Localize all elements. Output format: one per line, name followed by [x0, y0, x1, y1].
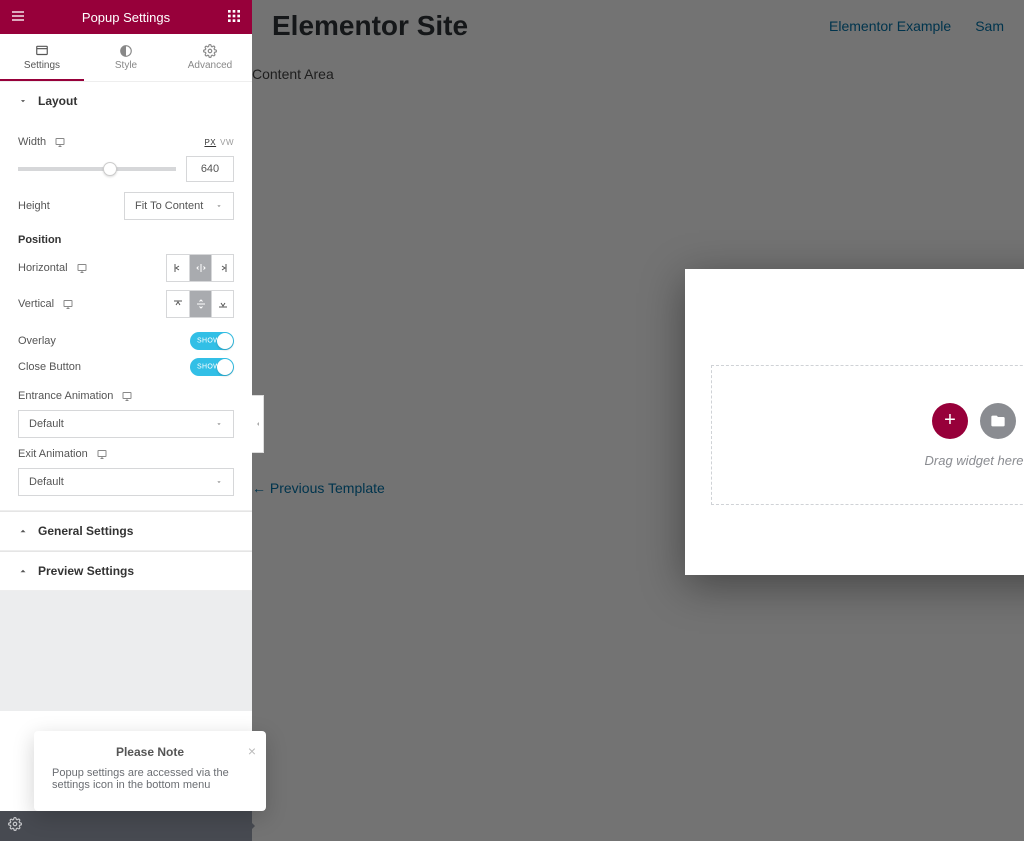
section-general-title: General Settings — [38, 524, 133, 538]
align-top-button[interactable] — [167, 291, 189, 317]
unit-vw[interactable]: VW — [220, 138, 234, 147]
dropzone-buttons: + — [932, 403, 1016, 439]
width-slider-track[interactable] — [18, 167, 176, 171]
overlay-label: Overlay — [18, 335, 56, 347]
popup-preview: + Drag widget here — [685, 269, 1024, 575]
width-slider-thumb[interactable] — [103, 162, 117, 176]
height-control: Height Fit To Content — [18, 192, 234, 220]
tab-advanced[interactable]: Advanced — [168, 34, 252, 81]
note-close-button[interactable]: × — [248, 743, 256, 759]
position-label: Position — [18, 234, 234, 246]
caret-down-icon — [18, 96, 28, 106]
align-middle-button[interactable] — [189, 291, 211, 317]
window-icon — [35, 44, 49, 58]
section-general-head[interactable]: General Settings — [0, 512, 252, 550]
note-body: Popup settings are accessed via the sett… — [52, 767, 248, 791]
toggle-knob — [217, 333, 233, 349]
overlay-control: Overlay SHOW — [18, 332, 234, 350]
width-input[interactable] — [186, 156, 234, 182]
panel-spacer — [0, 591, 252, 711]
close-button-control: Close Button SHOW — [18, 358, 234, 376]
section-preview: Preview Settings — [0, 551, 252, 591]
sidebar-header: Popup Settings — [0, 0, 252, 34]
settings-gear-button[interactable] — [8, 817, 22, 836]
exit-select[interactable]: Default — [18, 468, 234, 496]
unit-px[interactable]: PX — [204, 138, 216, 147]
tab-advanced-label: Advanced — [188, 60, 232, 71]
exit-value: Default — [29, 476, 64, 488]
responsive-icon[interactable] — [62, 298, 74, 310]
vertical-align-group — [166, 290, 234, 318]
widgets-grid-icon[interactable] — [226, 8, 242, 27]
vertical-control: Vertical — [18, 290, 234, 318]
close-button-label: Close Button — [18, 361, 81, 373]
panel-collapse-handle[interactable] — [252, 395, 264, 453]
horizontal-control: Horizontal — [18, 254, 234, 282]
editor-sidebar: Popup Settings Settings Style Advanced L… — [0, 0, 252, 841]
editor-canvas: Elementor Site Elementor Example Sam Con… — [252, 0, 1024, 841]
dropzone-text: Drag widget here — [925, 453, 1024, 468]
caret-right-icon — [18, 566, 28, 576]
chevron-down-icon — [215, 478, 223, 486]
toggle-knob — [217, 359, 233, 375]
responsive-icon[interactable] — [96, 448, 108, 460]
entrance-label: Entrance Animation — [18, 390, 113, 402]
bottom-menu-bar — [0, 811, 252, 841]
align-center-button[interactable] — [189, 255, 211, 281]
gear-icon — [203, 44, 217, 58]
tab-style[interactable]: Style — [84, 34, 168, 81]
note-title: Please Note — [52, 745, 248, 759]
sidebar-title: Popup Settings — [26, 10, 226, 25]
horizontal-label: Horizontal — [18, 262, 68, 274]
width-label: Width — [18, 136, 46, 148]
horizontal-align-group — [166, 254, 234, 282]
folder-icon — [990, 413, 1006, 429]
width-units[interactable]: PX VW — [204, 138, 234, 147]
section-general: General Settings — [0, 511, 252, 551]
height-value: Fit To Content — [135, 200, 203, 212]
section-layout: Layout Width PX VW — [0, 82, 252, 511]
align-right-button[interactable] — [211, 255, 233, 281]
exit-label: Exit Animation — [18, 448, 88, 460]
sidebar-tabs: Settings Style Advanced — [0, 34, 252, 82]
settings-panel: Layout Width PX VW — [0, 82, 252, 841]
align-bottom-button[interactable] — [211, 291, 233, 317]
chevron-down-icon — [215, 202, 223, 210]
chevron-down-icon — [215, 420, 223, 428]
caret-right-icon — [18, 526, 28, 536]
tab-style-label: Style — [115, 60, 137, 71]
close-button-toggle[interactable]: SHOW — [190, 358, 234, 376]
widget-dropzone[interactable]: + Drag widget here — [711, 365, 1024, 505]
vertical-label: Vertical — [18, 298, 54, 310]
height-label: Height — [18, 200, 50, 212]
template-library-button[interactable] — [980, 403, 1016, 439]
section-preview-head[interactable]: Preview Settings — [0, 552, 252, 590]
section-layout-title: Layout — [38, 94, 77, 108]
add-widget-button[interactable]: + — [932, 403, 968, 439]
width-slider — [18, 156, 234, 182]
section-layout-head[interactable]: Layout — [0, 82, 252, 120]
exit-animation-control: Exit Animation — [18, 448, 234, 460]
width-control: Width PX VW — [18, 136, 234, 148]
please-note-tooltip: × Please Note Popup settings are accesse… — [34, 731, 266, 811]
overlay-toggle[interactable]: SHOW — [190, 332, 234, 350]
responsive-icon[interactable] — [76, 262, 88, 274]
entrance-animation-control: Entrance Animation — [18, 390, 234, 402]
tab-settings-label: Settings — [24, 60, 60, 71]
tab-settings[interactable]: Settings — [0, 34, 84, 81]
chevron-left-icon — [254, 420, 262, 428]
hamburger-icon[interactable] — [10, 8, 26, 27]
height-select[interactable]: Fit To Content — [124, 192, 234, 220]
section-preview-title: Preview Settings — [38, 564, 134, 578]
entrance-select[interactable]: Default — [18, 410, 234, 438]
gear-icon — [8, 817, 22, 831]
responsive-icon[interactable] — [54, 136, 66, 148]
responsive-icon[interactable] — [121, 390, 133, 402]
entrance-value: Default — [29, 418, 64, 430]
half-circle-icon — [119, 44, 133, 58]
align-left-button[interactable] — [167, 255, 189, 281]
